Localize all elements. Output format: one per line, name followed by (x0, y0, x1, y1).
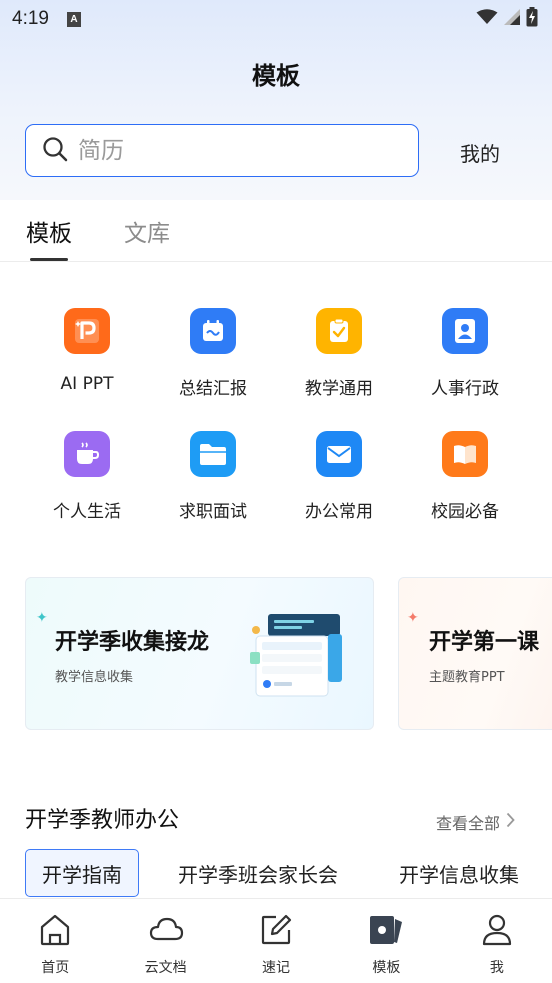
teaching-check-icon (316, 308, 362, 354)
tab-library[interactable]: 文库 (124, 214, 170, 248)
note-edit-icon (259, 913, 293, 951)
chip-info-collection[interactable]: 开学信息收集 (399, 849, 519, 897)
profile-icon (480, 913, 514, 951)
bottom-nav: 首页 云文档 速记 模板 我 (0, 898, 552, 983)
search-box[interactable] (25, 124, 419, 177)
category-label: 求职面试 (179, 502, 247, 522)
category-job-interview[interactable]: 求职面试 (150, 431, 276, 522)
tab-templates[interactable]: 模板 (26, 214, 72, 248)
status-time: 4:19 (12, 8, 49, 29)
banner-subtitle: 教学信息收集 (55, 670, 134, 685)
template-icon (368, 913, 404, 951)
category-ai-ppt[interactable]: AI PPT (24, 308, 150, 399)
report-calendar-icon (190, 308, 236, 354)
folder-icon (190, 431, 236, 477)
banner-subtitle: 主题教育PPT (429, 670, 505, 685)
signal-icon (504, 9, 520, 29)
view-all-link[interactable]: 查看全部 (436, 810, 515, 834)
category-label: 校园必备 (431, 502, 499, 522)
category-summary-report[interactable]: 总结汇报 (150, 308, 276, 399)
active-tab-indicator (30, 258, 68, 261)
banner-title: 开学季收集接龙 (55, 630, 210, 655)
banner-collection[interactable]: ✦ 开学季收集接龙 教学信息收集 (25, 577, 374, 730)
home-icon (38, 913, 72, 951)
nav-notes[interactable]: 速记 (221, 899, 331, 983)
banner-title: 开学第一课 (429, 630, 540, 655)
nav-label: 速记 (262, 960, 291, 976)
ppt-icon (64, 308, 110, 354)
search-icon (42, 136, 68, 166)
search-input[interactable] (78, 137, 378, 164)
chevron-right-icon (506, 812, 515, 832)
chip-row: 开学指南 开学季班会家长会 开学信息收集 (25, 849, 552, 897)
wifi-icon (476, 9, 498, 29)
category-label: AI PPT (60, 374, 114, 394)
nav-label: 模板 (372, 960, 401, 976)
mine-link[interactable]: 我的 (460, 138, 500, 167)
category-hr-admin[interactable]: 人事行政 (402, 308, 528, 399)
nav-label: 云文档 (144, 960, 187, 976)
chip-class-parent-meeting[interactable]: 开学季班会家长会 (178, 849, 338, 897)
category-personal-life[interactable]: 个人生活 (24, 431, 150, 522)
chip-start-guide[interactable]: 开学指南 (25, 849, 139, 897)
page-title: 模板 (252, 62, 300, 90)
category-grid: AI PPT 总结汇报 教学通用 人事行政 个人生活 求职面试 办公常用 校园必… (24, 308, 528, 522)
section-title: 开学季教师办公 (25, 808, 180, 833)
banner-first-lesson[interactable]: ✦ 开学第一课 主题教育PPT (398, 577, 552, 730)
coffee-cup-icon (64, 431, 110, 477)
category-teaching[interactable]: 教学通用 (276, 308, 402, 399)
view-all-label: 查看全部 (436, 814, 501, 833)
category-label: 总结汇报 (179, 379, 247, 399)
a-notification-icon: A (66, 11, 81, 27)
person-badge-icon (442, 308, 488, 354)
sparkle-icon: ✦ (407, 610, 419, 626)
nav-templates[interactable]: 模板 (331, 899, 441, 983)
status-bar: 4:19 A (0, 0, 552, 38)
category-label: 办公常用 (305, 502, 373, 522)
battery-charging-icon (526, 7, 538, 31)
nav-me[interactable]: 我 (442, 899, 552, 983)
mail-icon (316, 431, 362, 477)
cloud-icon (148, 913, 184, 951)
category-office-common[interactable]: 办公常用 (276, 431, 402, 522)
category-campus[interactable]: 校园必备 (402, 431, 528, 522)
category-label: 人事行政 (431, 379, 499, 399)
book-icon (442, 431, 488, 477)
nav-cloud-docs[interactable]: 云文档 (110, 899, 220, 983)
nav-label: 我 (489, 960, 504, 976)
tab-bar: 模板 文库 (0, 200, 552, 262)
nav-home[interactable]: 首页 (0, 899, 110, 983)
category-label: 个人生活 (53, 502, 121, 522)
banner-illustration (250, 608, 346, 700)
nav-label: 首页 (41, 960, 70, 976)
category-label: 教学通用 (305, 379, 373, 399)
sparkle-icon: ✦ (36, 610, 48, 626)
